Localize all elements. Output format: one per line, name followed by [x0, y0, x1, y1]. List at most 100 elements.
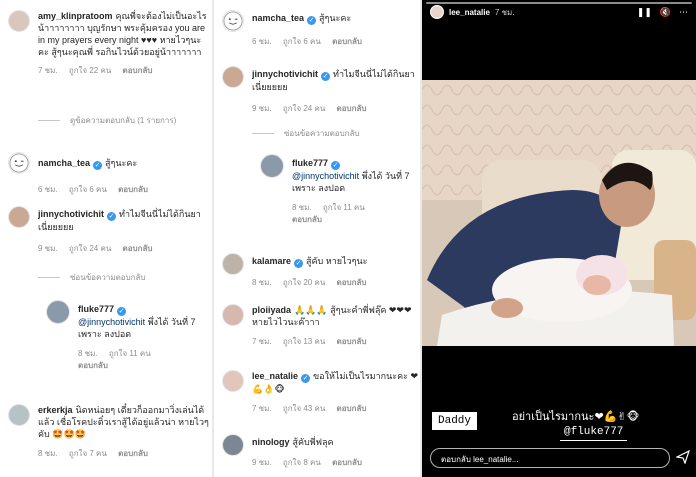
comment-time: 8 ชม. [78, 349, 98, 358]
comment-username[interactable]: jinnychotivichit [252, 69, 318, 79]
avatar[interactable] [8, 206, 30, 228]
comment-time: 6 ชม. [252, 37, 272, 46]
hide-replies-label: ซ่อนข้อความตอบกลับ [70, 273, 146, 282]
comment-username[interactable]: erkerkja [38, 405, 73, 415]
comment-username[interactable]: namcha_tea [252, 13, 304, 23]
reply-button[interactable]: ตอบกลับ [337, 404, 367, 413]
reply-button[interactable]: ตอบกลับ [292, 215, 322, 224]
verified-badge-icon: ✓ [307, 16, 317, 25]
comment-username[interactable]: ninology [252, 437, 290, 447]
reply-button[interactable]: ตอบกลับ [118, 449, 148, 458]
comment-username[interactable]: namcha_tea [38, 158, 90, 168]
reply-button[interactable]: ตอบกลับ [332, 37, 362, 46]
comment-item: kalamare ✓ สู้คับ หายไวๆนะ 8 ชม. ถูกใจ 20 … [222, 253, 420, 289]
reply-button[interactable]: ตอบกลับ [123, 66, 153, 75]
comment-item: amy_klinpratoom คุณพี่จะต้องไม่เป็นอะไรน้… [8, 10, 212, 77]
view-replies-label: ดูข้อความตอบกลับ (1 รายการ) [70, 116, 177, 125]
comment-text: สู้ๆนะคะ [319, 13, 352, 23]
avatar[interactable] [8, 152, 30, 174]
mention-link[interactable]: @jinnychotivichit [78, 317, 145, 327]
comment-text: สู้คับ หายไวๆนะ [306, 256, 368, 266]
comment-likes[interactable]: ถูกใจ 8 คน [283, 458, 321, 467]
avatar[interactable] [222, 304, 244, 326]
father-baby-photo [422, 80, 696, 346]
comment-username[interactable]: lee_natalie [252, 371, 298, 381]
comment-username[interactable]: amy_klinpratoom [38, 11, 113, 21]
comment-likes[interactable]: ถูกใจ 7 คน [69, 449, 107, 458]
send-icon[interactable] [675, 449, 691, 465]
comment-time: 7 ชม. [38, 66, 58, 75]
reply-item: fluke777 ✓ @jinnychotivichit พึ่งได้ วันท… [260, 154, 420, 226]
thread-line [38, 120, 60, 121]
reply-button[interactable]: ตอบกลับ [332, 458, 362, 467]
comment-likes[interactable]: ถูกใจ 20 คน [283, 278, 325, 287]
avatar[interactable] [222, 434, 244, 456]
comment-time: 7 ชม. [252, 337, 272, 346]
comment-likes[interactable]: ถูกใจ 22 คน [69, 66, 111, 75]
avatar[interactable] [222, 66, 244, 88]
comment-likes[interactable]: ถูกใจ 11 คน [323, 203, 365, 212]
reply-button[interactable]: ตอบกลับ [123, 244, 153, 253]
comment-item: namcha_tea ✓ สู้ๆนะคะ 6 ชม. ถูกใจ 6 คน ตอบ… [222, 10, 420, 48]
comment-likes[interactable]: ถูกใจ 11 คน [109, 349, 151, 358]
story-photo [422, 80, 696, 346]
story-username[interactable]: lee_natalie [449, 8, 490, 17]
comment-username[interactable]: ploiiyada [252, 305, 291, 315]
mention-link[interactable]: @jinnychotivichit [292, 171, 359, 181]
reply-button[interactable]: ตอบกลับ [337, 278, 367, 287]
view-replies-button[interactable]: ดูข้อความตอบกลับ (1 รายการ) [38, 114, 212, 127]
comment-username[interactable]: fluke777 [292, 158, 328, 168]
avatar[interactable] [46, 300, 70, 324]
reply-button[interactable]: ตอบกลับ [337, 337, 367, 346]
reply-button[interactable]: ตอบกลับ [337, 104, 367, 113]
comment-likes[interactable]: ถูกใจ 6 คน [69, 185, 107, 194]
comment-item: ploiiyada 🙏🙏🙏 สู้ๆนะคำพี่ฟลุ๊ค ❤❤❤ หายไวไ… [222, 304, 420, 348]
story-mention-sticker[interactable]: @fluke777 [560, 424, 628, 441]
pause-icon[interactable]: ❚❚ [637, 7, 652, 18]
story-reply-input[interactable]: ตอบกลับ lee_natalie... [430, 448, 670, 468]
reply-button[interactable]: ตอบกลับ [78, 361, 108, 370]
thread-line [252, 133, 274, 134]
comment-text: สู้ๆนะคะ [105, 158, 138, 168]
reply-button[interactable]: ตอบกลับ [118, 185, 148, 194]
comment-likes[interactable]: ถูกใจ 6 คน [283, 37, 321, 46]
avatar[interactable] [222, 10, 244, 32]
comment-time: 8 ชม. [38, 449, 58, 458]
more-icon[interactable]: ⋯ [679, 7, 688, 18]
avatar[interactable] [260, 154, 284, 178]
verified-badge-icon: ✓ [107, 212, 117, 221]
avatar[interactable] [222, 370, 244, 392]
verified-badge-icon: ✓ [117, 307, 127, 316]
comments-panel-left: amy_klinpratoom คุณพี่จะต้องไม่เป็นอะไรน้… [0, 0, 212, 477]
comments-panel-middle: namcha_tea ✓ สู้ๆนะคะ 6 ชม. ถูกใจ 6 คน ตอบ… [214, 0, 420, 477]
verified-badge-icon: ✓ [93, 161, 103, 170]
avatar[interactable] [8, 10, 30, 32]
hide-replies-button[interactable]: ซ่อนข้อความตอบกลับ [252, 127, 420, 140]
comment-time: 7 ชม. [252, 404, 272, 413]
story-header: lee_natalie 7 ชม. ❚❚ 🔇 ⋯ [422, 0, 696, 24]
hide-replies-button[interactable]: ซ่อนข้อความตอบกลับ [38, 271, 212, 284]
story-avatar[interactable] [430, 5, 444, 19]
reply-item: fluke777 ✓ @jinnychotivichit พึ่งได้ วันท… [46, 300, 212, 372]
instagram-story: lee_natalie 7 ชม. ❚❚ 🔇 ⋯ Daddy อย่าเป็นไ… [422, 0, 696, 477]
smiley-icon [9, 153, 29, 173]
comment-username[interactable]: jinnychotivichit [38, 209, 104, 219]
comment-item: lee_natalie ✓ ขอให้ไม่เป็นไรมากนะคะ ❤💪👌🐵 7… [222, 370, 420, 415]
avatar[interactable] [222, 253, 244, 275]
comment-item: jinnychotivichit ✓ ทำไมจีนนี่ไม่ได้กินยาเน… [8, 206, 212, 255]
comment-likes[interactable]: ถูกใจ 13 คน [283, 337, 325, 346]
mute-icon[interactable]: 🔇 [660, 7, 671, 18]
comment-item: namcha_tea ✓ สู้ๆนะคะ 6 ชม. ถูกใจ 6 คน ตอบ… [8, 152, 212, 196]
smiley-icon [223, 11, 243, 31]
comment-likes[interactable]: ถูกใจ 24 คน [283, 104, 325, 113]
comment-username[interactable]: fluke777 [78, 304, 114, 314]
verified-badge-icon: ✓ [301, 374, 311, 383]
comment-username[interactable]: kalamare [252, 256, 291, 266]
comment-time: 9 ชม. [252, 458, 272, 467]
comment-time: 6 ชม. [38, 185, 58, 194]
comment-likes[interactable]: ถูกใจ 24 คน [69, 244, 111, 253]
comment-likes[interactable]: ถูกใจ 43 คน [283, 404, 325, 413]
comment-time: 8 ชม. [252, 278, 272, 287]
comment-item: erkerkja นิดหน่อยๆ เดี๋ยวก็ออกมาวิ่งเล่นไ… [8, 404, 212, 460]
avatar[interactable] [8, 404, 30, 426]
